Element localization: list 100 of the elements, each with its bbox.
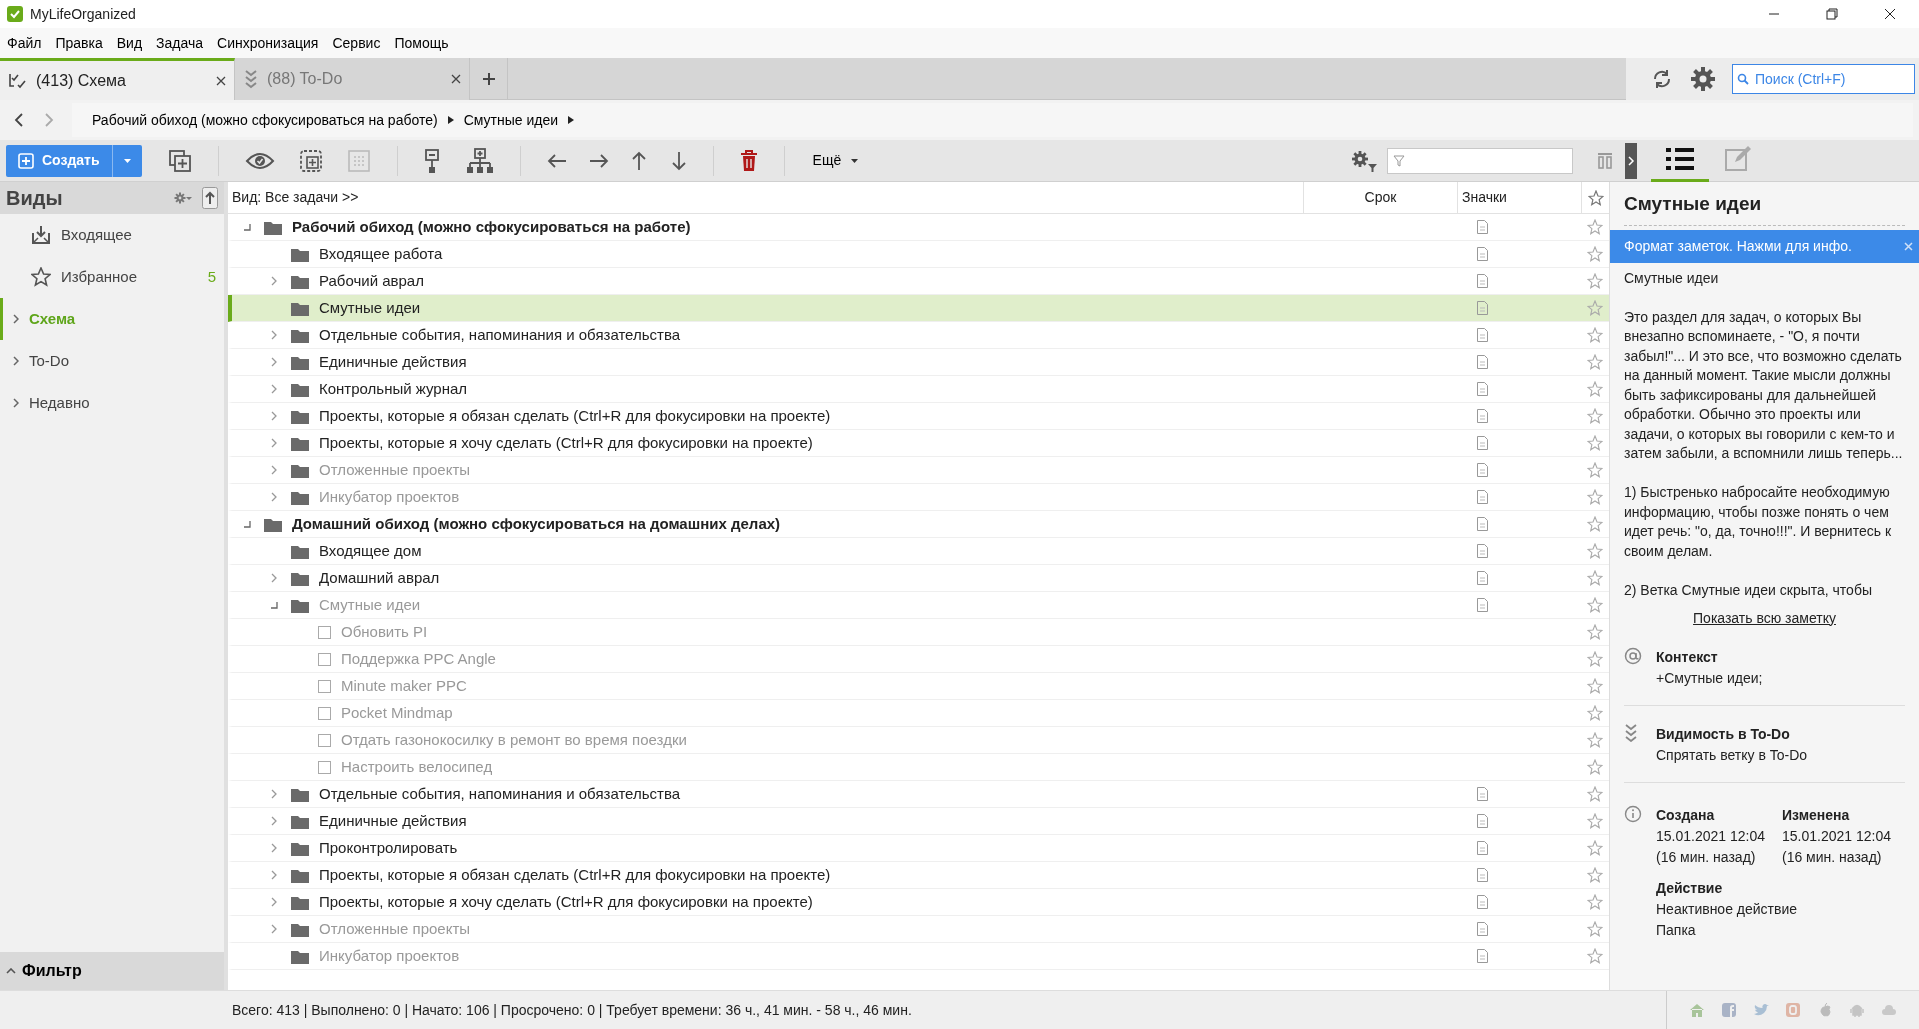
- tab[interactable]: (413) Схема: [0, 58, 235, 100]
- chevron-right-icon[interactable]: [271, 411, 277, 421]
- tree-row[interactable]: Единичные действия: [228, 349, 1609, 376]
- tree-row[interactable]: Смутные идеи: [228, 295, 1609, 322]
- breadcrumb-item[interactable]: Рабочий обиход (можно сфокусироваться на работе): [92, 109, 438, 131]
- hierarchy-icon[interactable]: [465, 147, 494, 174]
- tree-row[interactable]: Проекты, которые я хочу сделать (Ctrl+R для фокусировки на проекте): [228, 889, 1609, 916]
- chevron-right-icon[interactable]: [271, 924, 277, 934]
- down-arrow-icon[interactable]: [670, 150, 687, 171]
- dropdown-button[interactable]: [111, 144, 142, 177]
- checkbox[interactable]: [318, 679, 331, 693]
- filter-settings-icon[interactable]: [1349, 148, 1379, 173]
- more-button[interactable]: Ещё: [802, 150, 869, 171]
- filter-toggle[interactable]: Фильтр: [0, 952, 224, 990]
- star-icon[interactable]: [1587, 219, 1603, 235]
- menu-item[interactable]: Сервис: [325, 28, 388, 58]
- chevron-right-icon[interactable]: [271, 573, 277, 583]
- star-icon[interactable]: [1587, 273, 1603, 289]
- star-icon[interactable]: [1587, 624, 1603, 640]
- chevron-right-icon[interactable]: [271, 465, 277, 475]
- menu-item[interactable]: Вид: [109, 28, 150, 58]
- right-arrow-icon[interactable]: [588, 152, 609, 169]
- list-square-icon[interactable]: [346, 148, 371, 173]
- checkbox[interactable]: [318, 706, 331, 720]
- star-icon[interactable]: [1587, 381, 1603, 397]
- menu-item[interactable]: Помощь: [387, 28, 456, 58]
- star-icon[interactable]: [1587, 705, 1603, 721]
- info-banner[interactable]: Формат заметок. Нажми для инфо.: [1610, 229, 1919, 263]
- menu-item[interactable]: Синхронизация: [210, 28, 326, 58]
- star-icon[interactable]: [1587, 462, 1603, 478]
- menu-item[interactable]: Правка: [48, 28, 110, 58]
- chevron-right-icon[interactable]: [271, 843, 277, 853]
- search-field[interactable]: Поиск (Ctrl+F): [1732, 64, 1915, 94]
- expanded-icon[interactable]: [243, 520, 251, 528]
- filter-field[interactable]: [1387, 147, 1573, 174]
- restore-icon[interactable]: [1826, 8, 1838, 20]
- menu-item[interactable]: Задача: [149, 28, 211, 58]
- star-icon[interactable]: [1587, 921, 1603, 937]
- tree-row[interactable]: Домашний аврал: [228, 565, 1609, 592]
- star-icon[interactable]: [1587, 246, 1603, 262]
- star-icon[interactable]: [1587, 651, 1603, 667]
- create-button[interactable]: Создать: [6, 144, 112, 177]
- chevron-right-icon[interactable]: [271, 870, 277, 880]
- chevron-right-icon[interactable]: [271, 330, 277, 340]
- star-icon[interactable]: [1587, 597, 1603, 613]
- plus-icon[interactable]: [481, 71, 496, 86]
- expanded-icon[interactable]: [243, 223, 251, 231]
- tree-row[interactable]: Отдельные события, напоминания и обязательства: [228, 781, 1609, 808]
- star-icon[interactable]: [1587, 489, 1603, 505]
- columns-icon[interactable]: [1597, 152, 1613, 169]
- expanded-icon[interactable]: [270, 601, 278, 609]
- chevron-right-icon[interactable]: [271, 789, 277, 799]
- checkbox[interactable]: [318, 760, 331, 774]
- star-icon[interactable]: [1587, 732, 1603, 748]
- triangle-icon[interactable]: [568, 116, 574, 124]
- star-icon[interactable]: [1587, 408, 1603, 424]
- star-icon[interactable]: [1587, 840, 1603, 856]
- sidebar-item[interactable]: Входящее: [0, 214, 224, 256]
- tree-row[interactable]: Домашний обиход (можно сфокусироваться на домашних делах): [228, 511, 1609, 538]
- star-icon[interactable]: [1587, 894, 1603, 910]
- chevron-right-icon[interactable]: [271, 492, 277, 502]
- close-icon[interactable]: [451, 74, 461, 84]
- tree-row[interactable]: Единичные действия: [228, 808, 1609, 835]
- trash-icon[interactable]: [739, 149, 758, 172]
- stacked-squares-plus-icon[interactable]: [167, 148, 192, 173]
- star-icon[interactable]: [1587, 327, 1603, 343]
- sidebar-item[interactable]: Избранное 5: [0, 256, 224, 298]
- eye-icon[interactable]: [244, 150, 275, 171]
- tree-row[interactable]: Рабочий обиход (можно сфокусироваться на работе): [228, 214, 1609, 241]
- gear-caret-icon[interactable]: [174, 192, 192, 204]
- node-minus-icon[interactable]: [423, 147, 440, 174]
- close-icon[interactable]: [1884, 8, 1896, 20]
- star-icon[interactable]: [1587, 759, 1603, 775]
- tree-row[interactable]: Проекты, которые я обязан сделать (Ctrl+R для фокусировки на проекте): [228, 403, 1609, 430]
- left-arrow-icon[interactable]: [546, 152, 567, 169]
- star-icon[interactable]: [1587, 867, 1603, 883]
- sidebar-item[interactable]: To-Do: [0, 340, 224, 382]
- checkbox[interactable]: [318, 625, 331, 639]
- pin-up-icon[interactable]: [202, 187, 218, 209]
- star-icon[interactable]: [1587, 543, 1603, 559]
- checkbox[interactable]: [318, 733, 331, 747]
- view-selector[interactable]: Вид: Все задачи >>: [232, 187, 359, 208]
- breadcrumb-item[interactable]: Смутные идеи: [463, 109, 558, 131]
- home-icon[interactable]: [1689, 1002, 1705, 1018]
- chevron-right-icon[interactable]: [271, 276, 277, 286]
- star-icon[interactable]: [1587, 948, 1603, 964]
- star-icon[interactable]: [1587, 354, 1603, 370]
- chevron-right-icon[interactable]: [271, 897, 277, 907]
- chevron-right-icon[interactable]: [271, 816, 277, 826]
- checkbox[interactable]: [318, 652, 331, 666]
- dashed-square-plus-icon[interactable]: [298, 148, 323, 173]
- star-icon[interactable]: [1587, 189, 1604, 206]
- tree-row[interactable]: Входящее дом: [228, 538, 1609, 565]
- settings-icon[interactable]: [1690, 66, 1716, 92]
- tree-row[interactable]: Проекты, которые я хочу сделать (Ctrl+R для фокусировки на проекте): [228, 430, 1609, 457]
- star-icon[interactable]: [1587, 786, 1603, 802]
- star-icon[interactable]: [1587, 435, 1603, 451]
- star-icon[interactable]: [1587, 300, 1603, 316]
- cloud-icon[interactable]: [1881, 1002, 1897, 1018]
- b-square-icon[interactable]: [1785, 1002, 1801, 1018]
